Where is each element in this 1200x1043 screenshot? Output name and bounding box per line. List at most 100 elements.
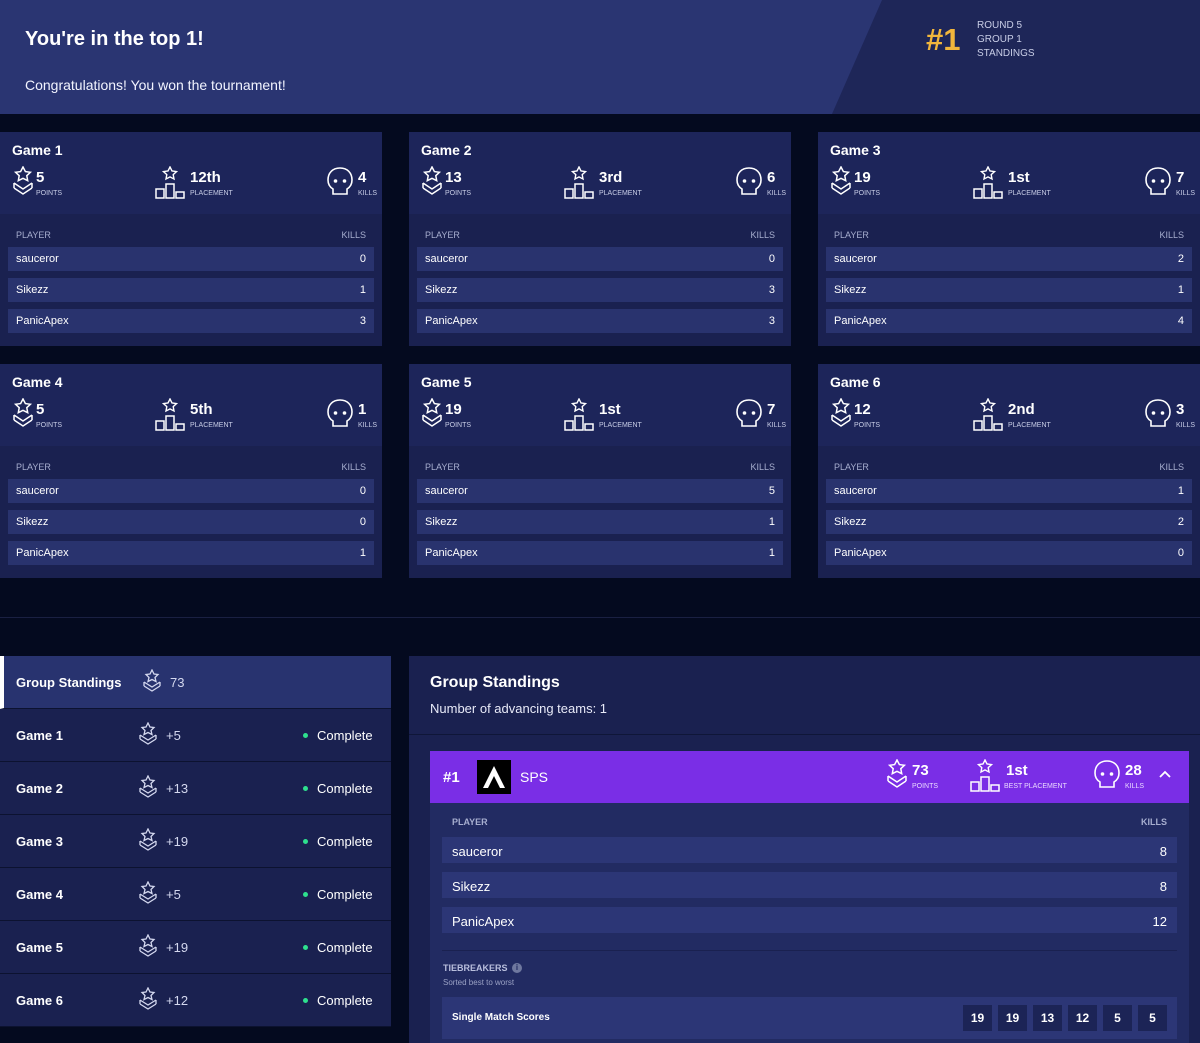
table-row: Sikezz 1 bbox=[826, 278, 1192, 302]
score-chip: 5 bbox=[1103, 1005, 1132, 1031]
points-label: POINTS bbox=[854, 190, 881, 197]
team-points: 73 bbox=[912, 762, 929, 779]
player-kills: 2 bbox=[1177, 253, 1184, 265]
player-table-header: PLAYER KILLS bbox=[16, 230, 374, 240]
kills-column-header: KILLS bbox=[750, 462, 775, 472]
sidebar-item-label: Game 1 bbox=[16, 728, 63, 743]
advancing-teams: Number of advancing teams: 1 bbox=[430, 701, 608, 716]
sidebar-item-game[interactable]: Game 3 +19 Complete bbox=[0, 815, 391, 868]
kills-column-header: KILLS bbox=[1159, 230, 1184, 240]
placement-label: PLACEMENT bbox=[599, 190, 642, 197]
player-name: Sikezz bbox=[834, 284, 867, 296]
player-name: Sikezz bbox=[425, 284, 458, 296]
table-row: sauceror 0 bbox=[8, 479, 374, 503]
sidebar-item-game[interactable]: Game 1 +5 Complete bbox=[0, 709, 391, 762]
status-dot bbox=[303, 945, 308, 950]
sidebar-item-group-standings[interactable]: Group Standings 73 bbox=[0, 656, 391, 709]
group-label: GROUP 1 bbox=[977, 34, 1022, 45]
tiebreaker-label: Single Match Scores bbox=[452, 1012, 550, 1023]
table-row: Sikezz 3 bbox=[417, 278, 783, 302]
result-banner: You're in the top 1! Congratulations! Yo… bbox=[0, 0, 1200, 114]
player-name: PanicApex bbox=[834, 547, 887, 559]
status-text: Complete bbox=[317, 887, 373, 902]
team-name: SPS bbox=[520, 769, 549, 785]
game-card-header: Game 5 19 POINTS 1st PLACEMENT 7 KILLS bbox=[409, 364, 791, 446]
team-row[interactable]: #1 SPS 73 POINTS 1st BEST PLACEMENT 28 K… bbox=[430, 751, 1189, 803]
points-label: POINTS bbox=[36, 190, 63, 197]
player-name: Sikezz bbox=[16, 516, 49, 528]
player-table-header: PLAYER KILLS bbox=[834, 230, 1192, 240]
player-name: PanicApex bbox=[834, 315, 887, 327]
player-name: PanicApex bbox=[452, 914, 515, 929]
player-name: sauceror bbox=[16, 485, 59, 497]
tiebreakers-title: TIEBREAKERS bbox=[443, 963, 508, 973]
game-kills: 4 bbox=[358, 169, 367, 186]
player-kills: 3 bbox=[768, 315, 775, 327]
status-dot bbox=[303, 786, 308, 791]
banner-subtitle: Congratulations! You won the tournament! bbox=[25, 77, 286, 93]
player-kills: 0 bbox=[768, 253, 775, 265]
sidebar-item-game[interactable]: Game 2 +13 Complete bbox=[0, 762, 391, 815]
table-row: sauceror 1 bbox=[826, 479, 1192, 503]
table-row: Sikezz 1 bbox=[8, 278, 374, 302]
chevron-up-icon[interactable] bbox=[1159, 768, 1171, 786]
game-title: Game 6 bbox=[830, 374, 881, 390]
player-kills: 0 bbox=[359, 485, 366, 497]
game-card: Game 5 19 POINTS 1st PLACEMENT 7 KILLS PLAYER KI… bbox=[409, 364, 791, 578]
table-row: PanicApex 12 bbox=[442, 907, 1177, 933]
table-row: sauceror 5 bbox=[417, 479, 783, 503]
team-rank: #1 bbox=[443, 769, 460, 786]
player-column-header: PLAYER bbox=[425, 462, 460, 472]
game-card: Game 1 5 POINTS 12th PLACEMENT 4 KILLS PLAYER KI… bbox=[0, 132, 382, 346]
player-kills: 12 bbox=[1152, 914, 1167, 929]
game-kills: 6 bbox=[767, 169, 776, 186]
group-standings-panel: Group Standings Number of advancing team… bbox=[409, 656, 1200, 1043]
sidebar-item-label: Game 3 bbox=[16, 834, 63, 849]
placement-label: PLACEMENT bbox=[190, 422, 233, 429]
player-column-header: PLAYER bbox=[16, 462, 51, 472]
player-table-header: PLAYER KILLS bbox=[834, 462, 1192, 472]
game-title: Game 1 bbox=[12, 142, 63, 158]
status-text: Complete bbox=[317, 781, 373, 796]
points-label: POINTS bbox=[36, 422, 63, 429]
status-dot bbox=[303, 998, 308, 1003]
game-card: Game 6 12 POINTS 2nd PLACEMENT 3 KILLS PLAYER KI… bbox=[818, 364, 1200, 578]
points-icon bbox=[138, 986, 158, 1018]
standings-label: STANDINGS bbox=[977, 48, 1035, 59]
sidebar-item-label: Game 4 bbox=[16, 887, 63, 902]
tiebreaker-scores: 19 19 13 12 5 5 bbox=[963, 1005, 1167, 1031]
table-row: sauceror 0 bbox=[8, 247, 374, 271]
points-icon bbox=[138, 933, 158, 965]
game-placement: 1st bbox=[1008, 169, 1030, 186]
sidebar-item-game[interactable]: Game 6 +12 Complete bbox=[0, 974, 391, 1027]
total-points: 73 bbox=[170, 675, 185, 690]
player-column-header: PLAYER bbox=[834, 462, 869, 472]
player-kills: 8 bbox=[1159, 844, 1167, 859]
table-row: Sikezz 2 bbox=[826, 510, 1192, 534]
score-chip: 12 bbox=[1068, 1005, 1097, 1031]
rank-number: #1 bbox=[926, 22, 961, 57]
player-table-header: PLAYER KILLS bbox=[425, 230, 783, 240]
score-chip: 13 bbox=[1033, 1005, 1062, 1031]
status-text: Complete bbox=[317, 728, 373, 743]
banner-title: You're in the top 1! bbox=[25, 28, 204, 50]
placement-label: PLACEMENT bbox=[1008, 422, 1051, 429]
placement-label: PLACEMENT bbox=[1008, 190, 1051, 197]
table-row: PanicApex 3 bbox=[417, 309, 783, 333]
game-placement: 12th bbox=[190, 169, 221, 186]
game-placement: 1st bbox=[599, 401, 621, 418]
table-row: PanicApex 4 bbox=[826, 309, 1192, 333]
info-icon[interactable]: i bbox=[512, 963, 522, 973]
game-points-delta: +13 bbox=[166, 781, 189, 796]
sidebar-item-game[interactable]: Game 5 +19 Complete bbox=[0, 921, 391, 974]
sidebar-item-game[interactable]: Game 4 +5 Complete bbox=[0, 868, 391, 921]
table-row: sauceror 2 bbox=[826, 247, 1192, 271]
tiebreakers-divider bbox=[442, 950, 1177, 951]
player-kills: 0 bbox=[359, 516, 366, 528]
kills-column-header: KILLS bbox=[341, 230, 366, 240]
placement-label: PLACEMENT bbox=[599, 422, 642, 429]
player-kills: 1 bbox=[359, 547, 366, 559]
player-name: Sikezz bbox=[452, 879, 491, 894]
game-card: Game 4 5 POINTS 5th PLACEMENT 1 KILLS PLAYER KIL… bbox=[0, 364, 382, 578]
player-name: PanicApex bbox=[425, 547, 478, 559]
